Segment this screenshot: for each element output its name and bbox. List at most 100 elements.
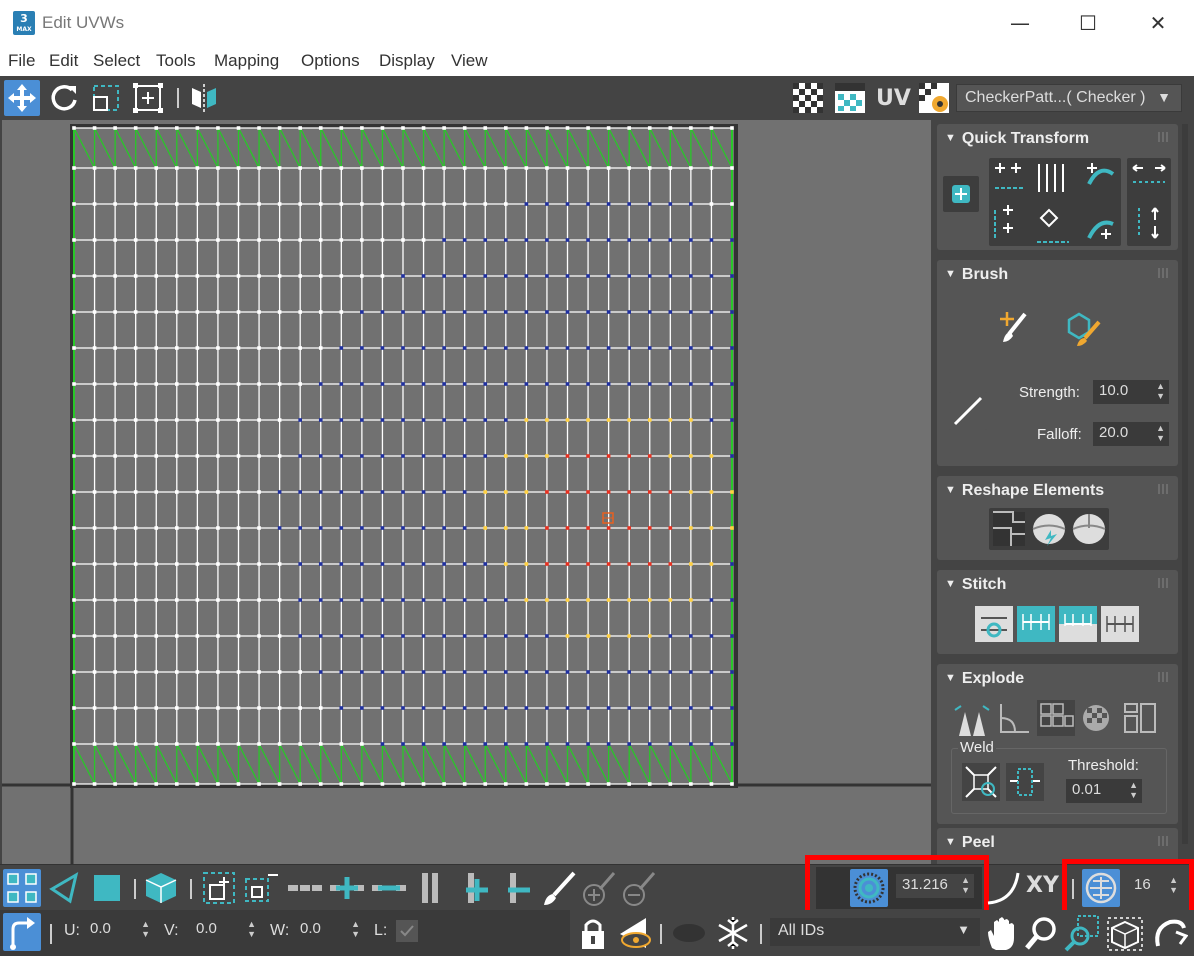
quick-transform-header[interactable]: ▼ Quick Transform [945, 130, 1089, 148]
grip-icon[interactable] [1158, 578, 1168, 588]
hide-icon[interactable] [670, 914, 708, 952]
pivot-button[interactable] [943, 176, 979, 212]
straighten-icon[interactable] [989, 508, 1029, 550]
grow-selection-icon[interactable] [200, 869, 238, 907]
w-spinner[interactable]: 0.0 ▲ ▼ [294, 918, 364, 942]
spinner-arrows-icon[interactable]: ▲ ▼ [1156, 423, 1165, 443]
pan-hand-icon[interactable] [982, 914, 1020, 952]
scrollbar-thumb[interactable] [1182, 124, 1188, 844]
mirror-icon[interactable] [186, 80, 222, 116]
relax-brush-icon[interactable] [1063, 308, 1103, 348]
spinner-arrows-icon[interactable]: ▲ ▼ [1156, 381, 1165, 401]
zoom-region-icon[interactable] [1062, 914, 1100, 952]
shrink-selection-icon[interactable] [242, 869, 280, 907]
grip-icon[interactable] [1158, 268, 1168, 278]
grip-icon[interactable] [1158, 836, 1168, 846]
break-icon[interactable] [953, 700, 991, 736]
element-mode-icon[interactable] [142, 869, 180, 907]
split-by-angle-icon[interactable] [995, 700, 1033, 736]
menu-options[interactable]: Options [301, 51, 360, 71]
xy-space-button[interactable]: XY [1026, 873, 1059, 898]
zoom-icon[interactable] [1022, 914, 1060, 952]
grip-icon[interactable] [1158, 132, 1168, 142]
menu-mapping[interactable]: Mapping [214, 51, 279, 71]
split-by-polygon-icon[interactable] [1037, 700, 1075, 736]
paint-move-icon[interactable] [995, 308, 1035, 348]
loop-icon[interactable] [286, 869, 324, 907]
grip-icon[interactable] [1158, 484, 1168, 494]
close-button[interactable]: ✕ [1136, 8, 1180, 38]
grow-ring-icon[interactable] [458, 869, 496, 907]
scale-icon[interactable] [88, 80, 124, 116]
menu-tools[interactable]: Tools [156, 51, 196, 71]
spinner-arrows-icon[interactable]: ▲ ▼ [247, 919, 256, 939]
paint-select-icon[interactable] [540, 869, 578, 907]
falloff-curve-icon[interactable] [984, 869, 1022, 907]
paint-subtract-icon[interactable] [620, 869, 658, 907]
rotate-icon[interactable] [46, 80, 82, 116]
brush-rollout: ▼ Brush Strength: 10.0 ▲ ▼ Falloff: 20.0 ▲ ▼ [937, 260, 1178, 466]
v-value: 0.0 [196, 920, 217, 937]
move-icon[interactable] [4, 80, 40, 116]
polygon-mode-icon[interactable] [88, 869, 126, 907]
texture-settings-icon[interactable] [916, 80, 952, 116]
lock-checkbox[interactable] [396, 920, 418, 942]
minimize-button[interactable]: — [998, 8, 1042, 38]
v-spinner[interactable]: 0.0 ▲ ▼ [190, 918, 260, 942]
freeze-icon[interactable] [714, 914, 752, 952]
panel-scrollbar[interactable] [1180, 124, 1190, 854]
reshape-header[interactable]: ▼ Reshape Elements [945, 482, 1104, 500]
paint-add-icon[interactable] [580, 869, 618, 907]
uv-editor-viewport[interactable] [2, 120, 931, 864]
material-id-dropdown[interactable]: All IDs ▼ [770, 918, 980, 946]
snap-icon[interactable] [1150, 914, 1188, 952]
vertex-mode-icon[interactable] [3, 869, 41, 907]
texture-dropdown[interactable]: CheckerPatt...( Checker ) ▼ [956, 84, 1182, 112]
relax-by-polygon-icon[interactable] [1069, 508, 1109, 550]
weld-selected-icon[interactable] [962, 763, 1000, 801]
shrink-ring-icon[interactable] [500, 869, 538, 907]
spinner-arrows-icon[interactable]: ▲ ▼ [141, 919, 150, 939]
stitch-header[interactable]: ▼ Stitch [945, 576, 1006, 594]
strength-spinner[interactable]: 10.0 ▲ ▼ [1093, 380, 1169, 404]
menu-display[interactable]: Display [379, 51, 435, 71]
spinner-arrows-icon[interactable]: ▲ ▼ [351, 919, 360, 939]
menu-file[interactable]: File [8, 51, 35, 71]
freeform-icon[interactable] [130, 80, 166, 116]
brush-falloff-button[interactable] [949, 392, 987, 430]
menu-select[interactable]: Select [93, 51, 140, 71]
tools-panel: ▼ Quick Transform ▼ Brush Strength: 10.0… [933, 120, 1194, 864]
grip-icon[interactable] [1158, 672, 1168, 682]
u-spinner[interactable]: 0.0 ▲ ▼ [84, 918, 154, 942]
target-weld-icon[interactable] [1006, 763, 1044, 801]
split-by-material-icon[interactable] [1121, 700, 1159, 736]
grow-loop-icon[interactable] [328, 869, 366, 907]
show-map-icon[interactable] [832, 80, 868, 116]
ring-icon[interactable] [412, 869, 450, 907]
maximize-button[interactable]: ☐ [1066, 8, 1110, 38]
shrink-loop-icon[interactable] [370, 869, 408, 907]
stitch-rollout: ▼ Stitch [937, 570, 1178, 654]
uv-mesh-canvas[interactable] [2, 120, 931, 864]
absolute-offset-icon[interactable] [3, 913, 41, 951]
uv-toggle-button[interactable]: UV [876, 86, 911, 111]
bottom-toolbar-selection: 31.216 ▲ ▼ XY 16 ▲ ▼ [0, 855, 1194, 921]
show-hidden-edges-icon[interactable] [616, 914, 654, 952]
explode-header[interactable]: ▼ Explode [945, 670, 1024, 688]
split-by-smoothing-icon[interactable] [1079, 700, 1117, 736]
menu-view[interactable]: View [451, 51, 488, 71]
edge-mode-icon[interactable] [46, 869, 84, 907]
relax-icon[interactable] [1029, 508, 1069, 550]
peel-title: Peel [961, 834, 995, 851]
falloff-spinner[interactable]: 20.0 ▲ ▼ [1093, 422, 1169, 446]
menu-edit[interactable]: Edit [49, 51, 78, 71]
brush-header[interactable]: ▼ Brush [945, 266, 1008, 284]
reshape-title: Reshape Elements [961, 482, 1105, 499]
threshold-spinner[interactable]: 0.01 ▲ ▼ [1066, 779, 1142, 803]
lock-selection-icon[interactable] [574, 914, 612, 952]
zoom-extents-icon[interactable] [1106, 914, 1144, 952]
checker-icon[interactable] [790, 80, 826, 116]
checkmark-icon [400, 925, 414, 937]
peel-header[interactable]: ▼ Peel [945, 834, 995, 852]
spinner-arrows-icon[interactable]: ▲ ▼ [1129, 780, 1138, 800]
